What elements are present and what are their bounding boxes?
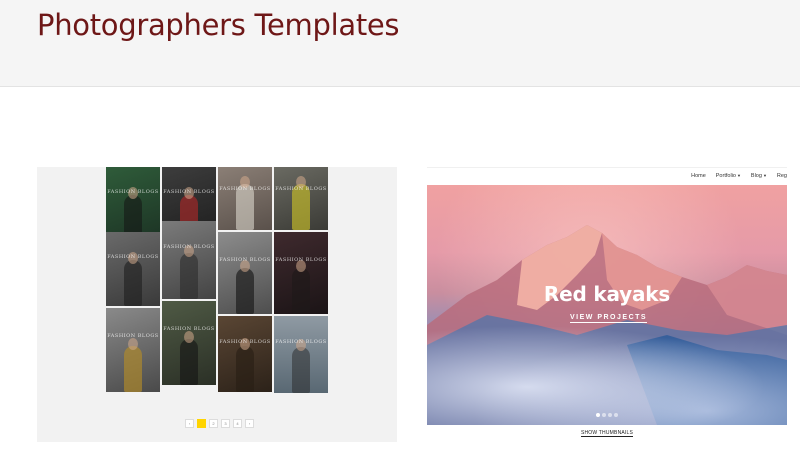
page-title: Photographers Templates [37, 8, 400, 42]
grid-caption: FASHION BLOGS [275, 339, 327, 346]
view-projects-link[interactable]: VIEW PROJECTS [570, 314, 648, 323]
grid-photo: FASHION BLOGS [106, 167, 160, 241]
pagination: ‹ 2 3 4 › [185, 419, 254, 428]
pagination-page-3-button[interactable]: 3 [221, 419, 230, 428]
template-card-fashion[interactable]: FASHION BLOGS FASHION BLOGS FASHION BLOG… [37, 167, 397, 442]
slider-dot[interactable] [608, 413, 612, 417]
nav-item-reg[interactable]: Reg [777, 173, 787, 179]
hero-title: Red kayaks [543, 282, 671, 306]
pagination-next-button[interactable]: › [245, 419, 254, 428]
show-thumbnails-label: SHOW THUMBNAILS [580, 430, 634, 437]
grid-caption: FASHION BLOGS [219, 256, 271, 263]
grid-caption: FASHION BLOGS [107, 254, 159, 261]
grid-caption: FASHION BLOGS [163, 326, 215, 333]
grid-caption: FASHION BLOGS [107, 189, 159, 196]
template-navbar: Home Portfolio▼ Blog▼ Reg [427, 167, 787, 185]
grid-caption: FASHION BLOGS [275, 185, 327, 192]
pagination-prev-button[interactable]: ‹ [185, 419, 194, 428]
template-nav: Home Portfolio▼ Blog▼ Reg [691, 173, 787, 179]
grid-photo: FASHION BLOGS [162, 221, 216, 299]
slider-dots [596, 413, 618, 417]
grid-caption: FASHION BLOGS [107, 333, 159, 340]
nav-item-home[interactable]: Home [691, 173, 706, 179]
grid-photo: FASHION BLOGS [106, 232, 160, 306]
pagination-page-2-button[interactable]: 2 [209, 419, 218, 428]
grid-photo: FASHION BLOGS [218, 232, 272, 314]
nav-item-blog[interactable]: Blog▼ [751, 173, 767, 179]
template-card-red-kayaks[interactable]: Home Portfolio▼ Blog▼ Reg Red kayaks VIE… [427, 167, 787, 442]
slider-dot[interactable] [602, 413, 606, 417]
hero-slider[interactable]: Red kayaks VIEW PROJECTS [427, 185, 787, 425]
grid-photo: FASHION BLOGS [274, 316, 328, 393]
grid-caption: FASHION BLOGS [219, 185, 271, 192]
caret-down-icon: ▼ [736, 173, 741, 178]
grid-photo: FASHION BLOGS [274, 167, 328, 230]
show-thumbnails-link[interactable]: SHOW THUMBNAILS [427, 430, 787, 437]
slider-dot[interactable] [596, 413, 600, 417]
slider-dot[interactable] [614, 413, 618, 417]
grid-caption: FASHION BLOGS [219, 338, 271, 345]
grid-photo: FASHION BLOGS [106, 308, 160, 392]
grid-caption: FASHION BLOGS [163, 189, 215, 196]
grid-photo: FASHION BLOGS [218, 316, 272, 392]
grid-caption: FASHION BLOGS [163, 244, 215, 251]
grid-caption: FASHION BLOGS [275, 256, 327, 263]
hero-fog [427, 315, 787, 425]
photo-grid: FASHION BLOGS FASHION BLOGS FASHION BLOG… [106, 167, 328, 393]
nav-item-portfolio[interactable]: Portfolio▼ [716, 173, 741, 179]
grid-photo: FASHION BLOGS [218, 167, 272, 230]
caret-down-icon: ▼ [762, 173, 767, 178]
pagination-page-1-button[interactable] [197, 419, 206, 428]
grid-photo: FASHION BLOGS [274, 232, 328, 314]
page-header: Photographers Templates [0, 0, 800, 87]
grid-photo: FASHION BLOGS [162, 301, 216, 385]
pagination-page-4-button[interactable]: 4 [233, 419, 242, 428]
